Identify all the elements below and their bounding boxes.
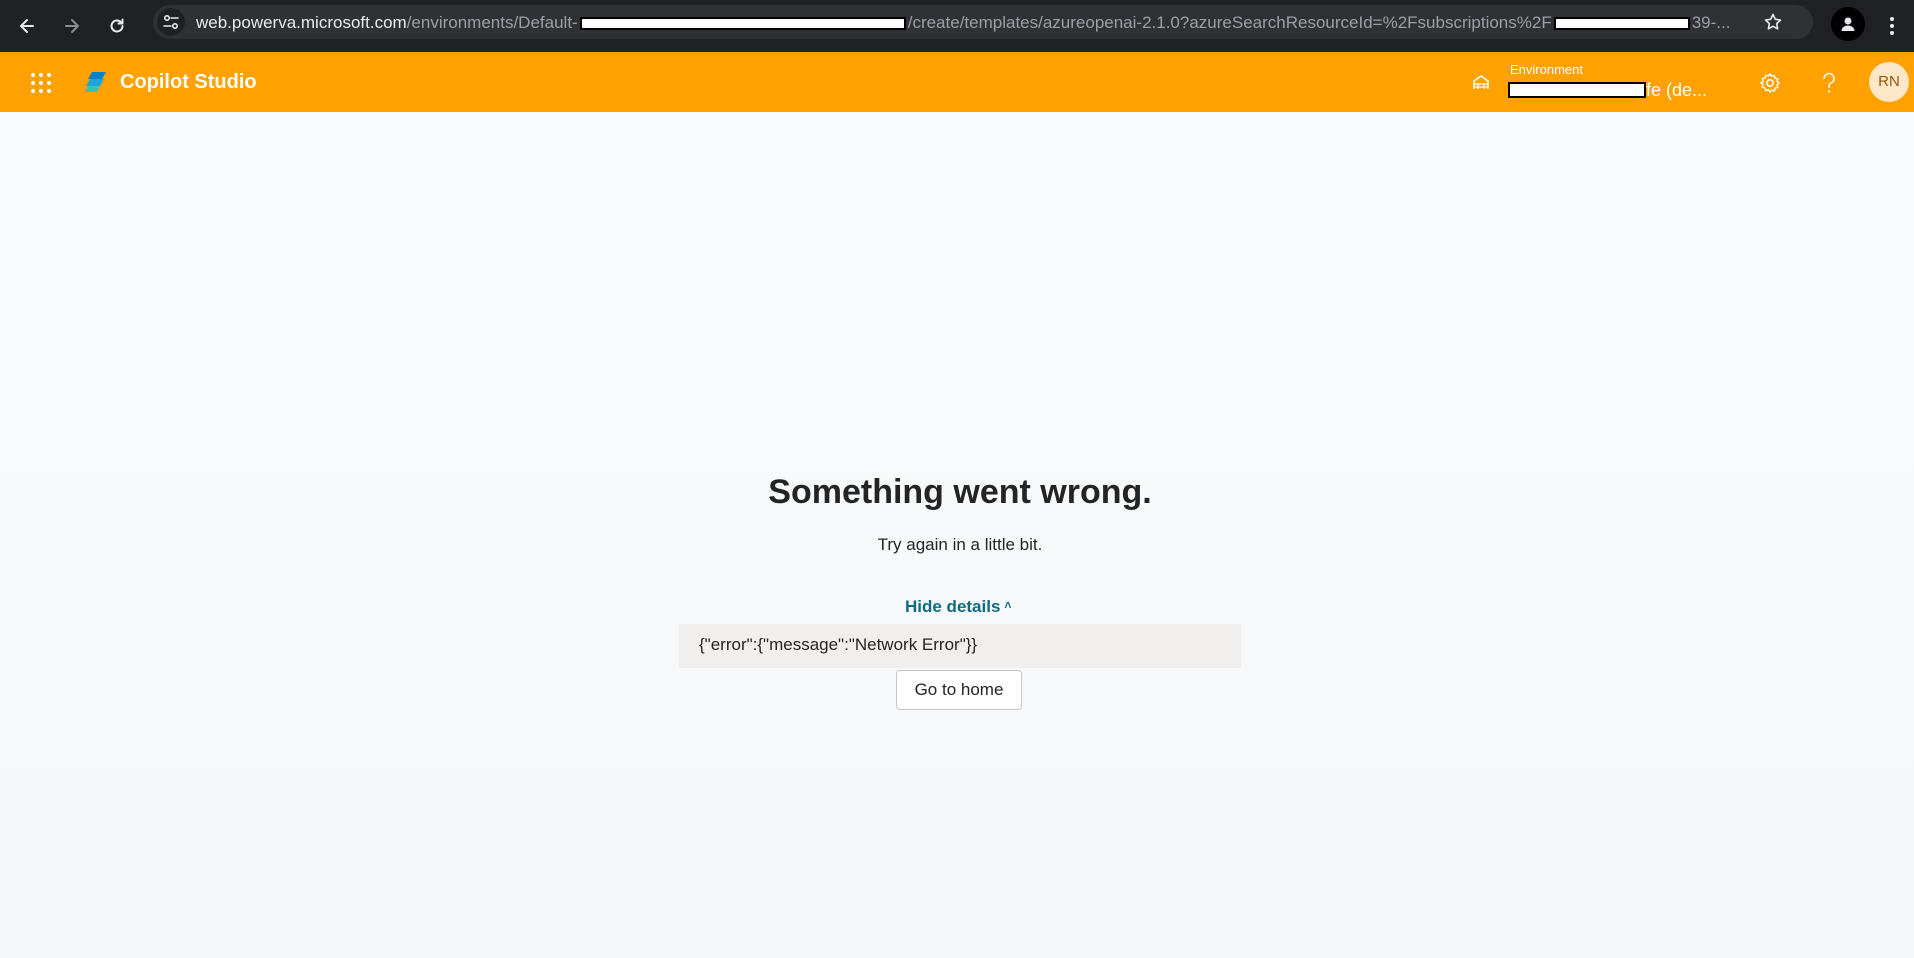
redacted-block (1508, 82, 1646, 98)
redacted-block (579, 17, 906, 31)
app-header: Copilot Studio Environment fe (de... RN (0, 52, 1914, 112)
error-details-box: {"error":{"message":"Network Error"}} (679, 624, 1241, 668)
address-bar[interactable]: web.powerva.microsoft.com/environments/D… (153, 5, 1813, 39)
copilot-studio-logo-icon (85, 72, 106, 92)
app-launcher-button[interactable] (26, 68, 56, 98)
reload-icon (110, 18, 124, 33)
person-icon (1841, 17, 1855, 31)
app-name[interactable]: Copilot Studio (120, 70, 257, 94)
environment-picker[interactable]: Environment fe (de... (1508, 60, 1708, 104)
reload-button[interactable] (99, 8, 135, 44)
error-title: Something went wrong. (768, 473, 1152, 511)
url-path-3: 39-... (1691, 13, 1731, 32)
kebab-icon (1890, 17, 1894, 35)
app-launcher-icon (31, 73, 51, 93)
browser-toolbar: web.powerva.microsoft.com/environments/D… (0, 0, 1914, 52)
avatar[interactable]: RN (1869, 62, 1909, 102)
star-icon (1764, 13, 1782, 30)
question-icon (1823, 72, 1835, 93)
go-to-home-button[interactable]: Go to home (896, 670, 1022, 710)
hide-details-toggle[interactable]: Hide details ˄ (905, 594, 1011, 618)
url-host: web.powerva.microsoft.com (196, 13, 407, 32)
environment-value: fe (de... (1508, 80, 1707, 100)
url-path-2: /create/templates/azureopenai-2.1.0?azur… (907, 13, 1552, 32)
profile-button[interactable] (1831, 7, 1865, 41)
environment-icon (1469, 70, 1493, 94)
gear-icon (1760, 73, 1781, 93)
help-button[interactable] (1816, 70, 1842, 96)
error-details-text: {"error":{"message":"Network Error"}} (699, 635, 978, 654)
tune-icon (163, 14, 179, 30)
error-subtitle: Try again in a little bit. (877, 535, 1043, 554)
arrow-right-icon (65, 19, 79, 33)
hide-details-label: Hide details (905, 597, 1001, 616)
environment-value-suffix: fe (de... (1646, 80, 1708, 100)
forward-button[interactable] (54, 8, 90, 44)
main-content: Something went wrong. Try again in a lit… (0, 112, 1914, 958)
arrow-left-icon (20, 19, 34, 33)
browser-menu-button[interactable] (1880, 8, 1904, 44)
redacted-block (1553, 17, 1690, 31)
site-info-button[interactable] (157, 8, 185, 36)
environment-label: Environment (1510, 62, 1583, 77)
chevron-up-icon: ˄ (1004, 598, 1012, 612)
settings-button[interactable] (1757, 70, 1783, 96)
url-path-1: /environments/Default- (406, 13, 578, 32)
bookmark-button[interactable] (1761, 10, 1785, 34)
url-text[interactable]: web.powerva.microsoft.com/environments/D… (196, 13, 1730, 32)
back-button[interactable] (9, 8, 45, 44)
